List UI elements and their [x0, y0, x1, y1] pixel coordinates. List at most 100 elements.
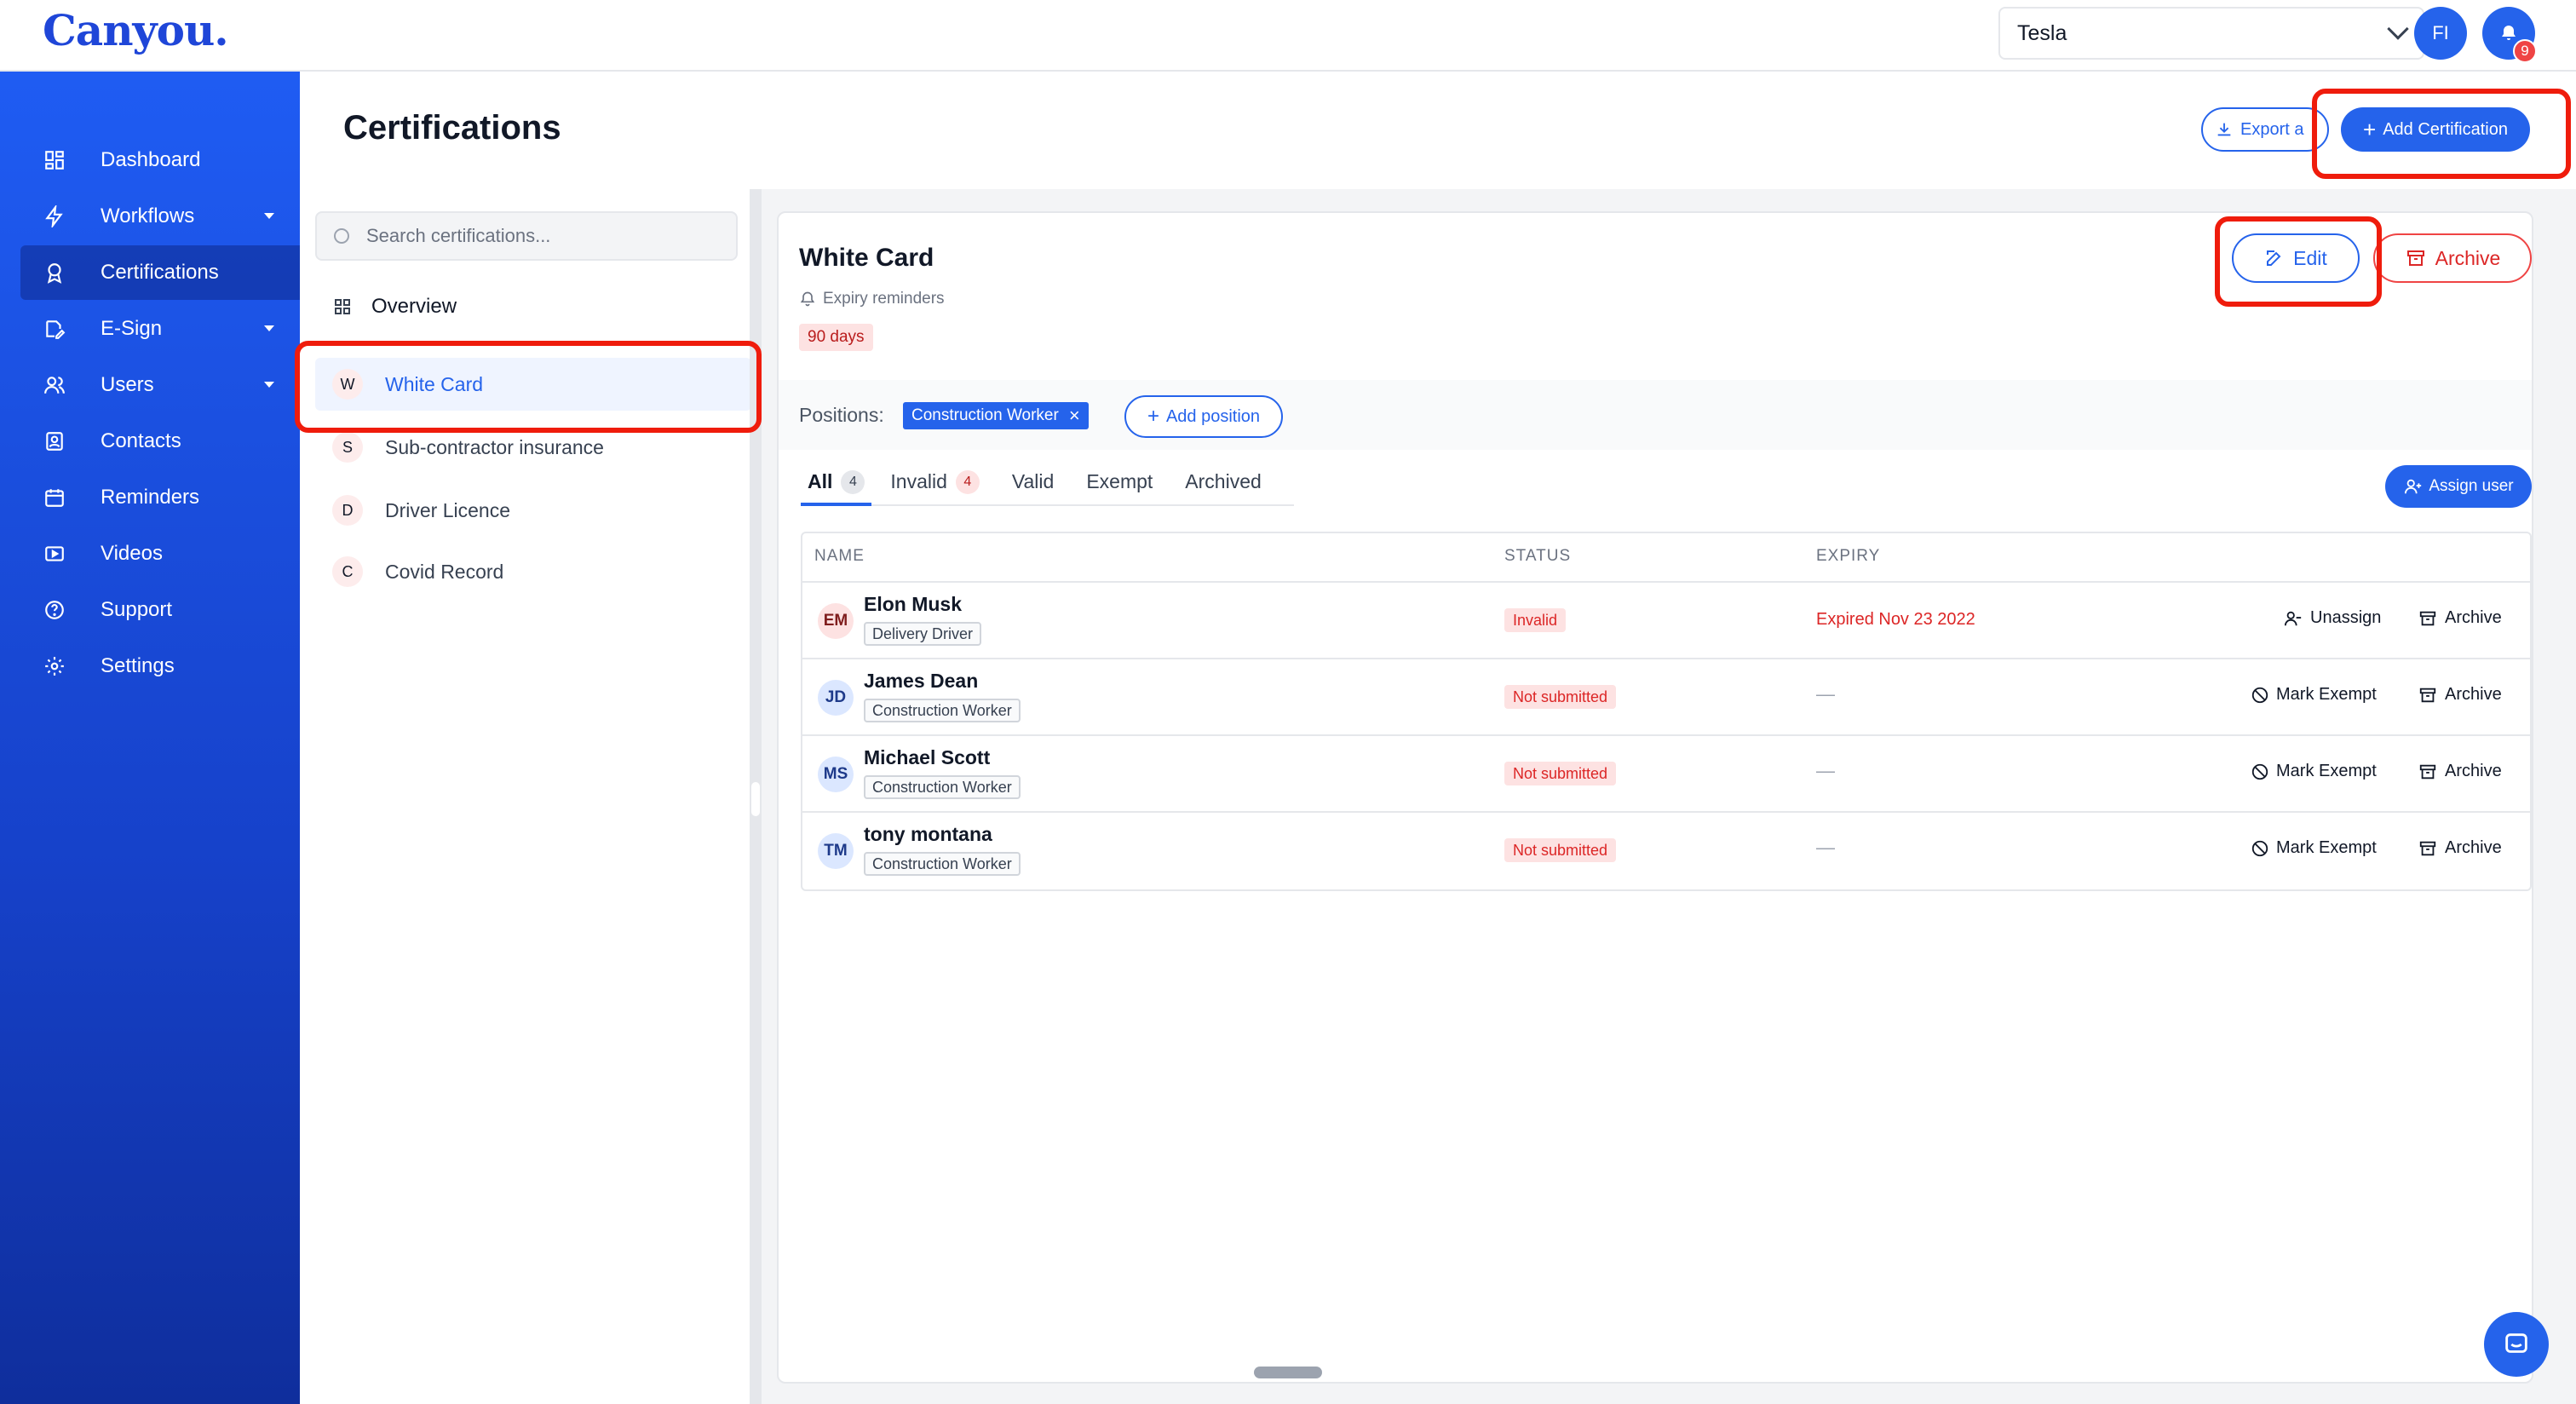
- export-button[interactable]: Export a: [2201, 107, 2329, 152]
- sidebar-item-settings[interactable]: Settings: [20, 639, 300, 693]
- certification-title: White Card: [799, 244, 934, 272]
- search-placeholder: Search certifications...: [366, 225, 551, 246]
- organization-select[interactable]: Tesla: [1998, 7, 2424, 60]
- user-name[interactable]: tony montana: [864, 823, 992, 846]
- certification-item-driver-licence[interactable]: D Driver Licence: [315, 484, 751, 537]
- tab-all[interactable]: All 4: [801, 470, 872, 506]
- add-certification-button[interactable]: + Add Certification: [2341, 107, 2530, 152]
- sidebar-item-videos[interactable]: Videos: [20, 526, 300, 581]
- archive-row-button[interactable]: Archive: [2418, 762, 2502, 781]
- sidebar-item-label: Dashboard: [101, 148, 201, 171]
- user-name[interactable]: James Dean: [864, 670, 978, 693]
- video-icon: [43, 542, 66, 566]
- caret-down-icon: [264, 213, 274, 219]
- block-icon: [2251, 762, 2269, 781]
- gear-icon: [43, 654, 66, 678]
- archive-row-label: Archive: [2445, 838, 2502, 857]
- tab-count-badge: 4: [955, 470, 980, 494]
- page-title: Certifications: [343, 109, 561, 147]
- app-logo[interactable]: Canyou.: [43, 5, 229, 55]
- expiry-value: —: [1816, 683, 1835, 705]
- sidebar-item-reminders[interactable]: Reminders: [20, 470, 300, 525]
- tab-archived[interactable]: Archived: [1185, 470, 1261, 506]
- tab-valid[interactable]: Valid: [1012, 470, 1054, 506]
- expiry-value: —: [1816, 837, 1835, 858]
- status-badge: Invalid: [1504, 608, 1567, 632]
- mark-exempt-label: Mark Exempt: [2276, 685, 2377, 704]
- certification-initial: C: [332, 556, 363, 587]
- mark-exempt-button[interactable]: Mark Exempt: [2251, 762, 2377, 781]
- chat-support-button[interactable]: [2484, 1312, 2549, 1377]
- user-name[interactable]: Michael Scott: [864, 746, 990, 769]
- horizontal-scrollbar[interactable]: [1254, 1367, 1322, 1378]
- plus-icon: +: [1147, 405, 1159, 428]
- tab-label: All: [808, 470, 833, 492]
- overview-label: Overview: [371, 295, 457, 318]
- column-header-status: STATUS: [1504, 547, 1572, 565]
- block-icon: [2251, 686, 2269, 705]
- user-name[interactable]: Elon Musk: [864, 593, 962, 616]
- position-badge: Construction Worker: [864, 699, 1021, 722]
- close-icon[interactable]: ×: [1069, 405, 1080, 427]
- column-header-name: NAME: [814, 547, 865, 565]
- sidebar-item-support[interactable]: Support: [20, 583, 300, 637]
- archive-row-button[interactable]: Archive: [2418, 838, 2502, 858]
- archive-certification-button[interactable]: Archive: [2373, 233, 2532, 283]
- certification-initial: D: [332, 495, 363, 526]
- archive-row-button[interactable]: Archive: [2418, 608, 2502, 628]
- signature-icon: [43, 317, 66, 341]
- bell-icon: [800, 291, 815, 307]
- certification-label: Covid Record: [385, 560, 504, 583]
- plus-icon: +: [2363, 116, 2377, 142]
- add-user-icon: [2405, 479, 2422, 494]
- sidebar-item-contacts[interactable]: Contacts: [20, 414, 300, 469]
- sidebar-item-label: Settings: [101, 654, 175, 677]
- resize-grip[interactable]: [751, 782, 760, 816]
- block-icon: [2251, 839, 2269, 858]
- certification-initial: S: [332, 432, 363, 463]
- assign-user-button[interactable]: Assign user: [2385, 465, 2532, 508]
- archive-icon: [2418, 609, 2438, 628]
- download-icon: [2217, 123, 2231, 136]
- overview-link[interactable]: Overview: [332, 290, 457, 324]
- sidebar-item-users[interactable]: Users: [20, 358, 300, 412]
- certification-item-white-card[interactable]: W White Card: [315, 358, 751, 411]
- mark-exempt-label: Mark Exempt: [2276, 762, 2377, 780]
- certification-item-covid-record[interactable]: C Covid Record: [315, 545, 751, 598]
- export-label: Export a: [2240, 119, 2304, 139]
- certification-initial: W: [332, 369, 363, 400]
- tab-exempt[interactable]: Exempt: [1086, 470, 1153, 506]
- avatar: MS: [818, 757, 854, 792]
- add-position-label: Add position: [1165, 406, 1261, 426]
- sidebar-item-dashboard[interactable]: Dashboard: [20, 133, 300, 187]
- notification-count-badge: 9: [2513, 39, 2537, 63]
- sidebar-item-certifications[interactable]: Certifications: [20, 245, 300, 300]
- position-chip[interactable]: Construction Worker ×: [903, 402, 1089, 429]
- unassign-button[interactable]: Unassign: [2283, 608, 2381, 628]
- sidebar-item-esign[interactable]: E-Sign: [20, 302, 300, 356]
- archive-icon: [2418, 839, 2438, 858]
- user-avatar[interactable]: FI: [2414, 7, 2467, 60]
- column-header-expiry: EXPIRY: [1816, 547, 1881, 565]
- expiry-value: Expired Nov 23 2022: [1816, 610, 1975, 629]
- table-row: TM tony montana Construction Worker Not …: [802, 811, 2530, 888]
- mark-exempt-button[interactable]: Mark Exempt: [2251, 685, 2377, 705]
- archive-label: Archive: [2435, 246, 2501, 269]
- archive-row-button[interactable]: Archive: [2418, 685, 2502, 705]
- tab-label: Exempt: [1086, 470, 1153, 492]
- edit-icon: [2267, 250, 2281, 266]
- archive-row-label: Archive: [2445, 685, 2502, 704]
- archive-row-label: Archive: [2445, 762, 2502, 780]
- certification-item-sub-contractor-insurance[interactable]: S Sub-contractor insurance: [315, 421, 751, 474]
- tab-invalid[interactable]: Invalid 4: [890, 470, 980, 506]
- certification-label: Sub-contractor insurance: [385, 435, 604, 458]
- expiry-reminders-label: Expiry reminders: [823, 290, 945, 308]
- mark-exempt-button[interactable]: Mark Exempt: [2251, 838, 2377, 858]
- search-input[interactable]: Search certifications...: [315, 211, 738, 261]
- add-position-button[interactable]: + Add position: [1124, 395, 1283, 438]
- edit-button[interactable]: Edit: [2232, 233, 2360, 283]
- search-icon: [334, 228, 349, 244]
- sidebar-item-workflows[interactable]: Workflows: [20, 189, 300, 244]
- status-badge: Not submitted: [1504, 685, 1617, 709]
- tab-label: Valid: [1011, 470, 1055, 492]
